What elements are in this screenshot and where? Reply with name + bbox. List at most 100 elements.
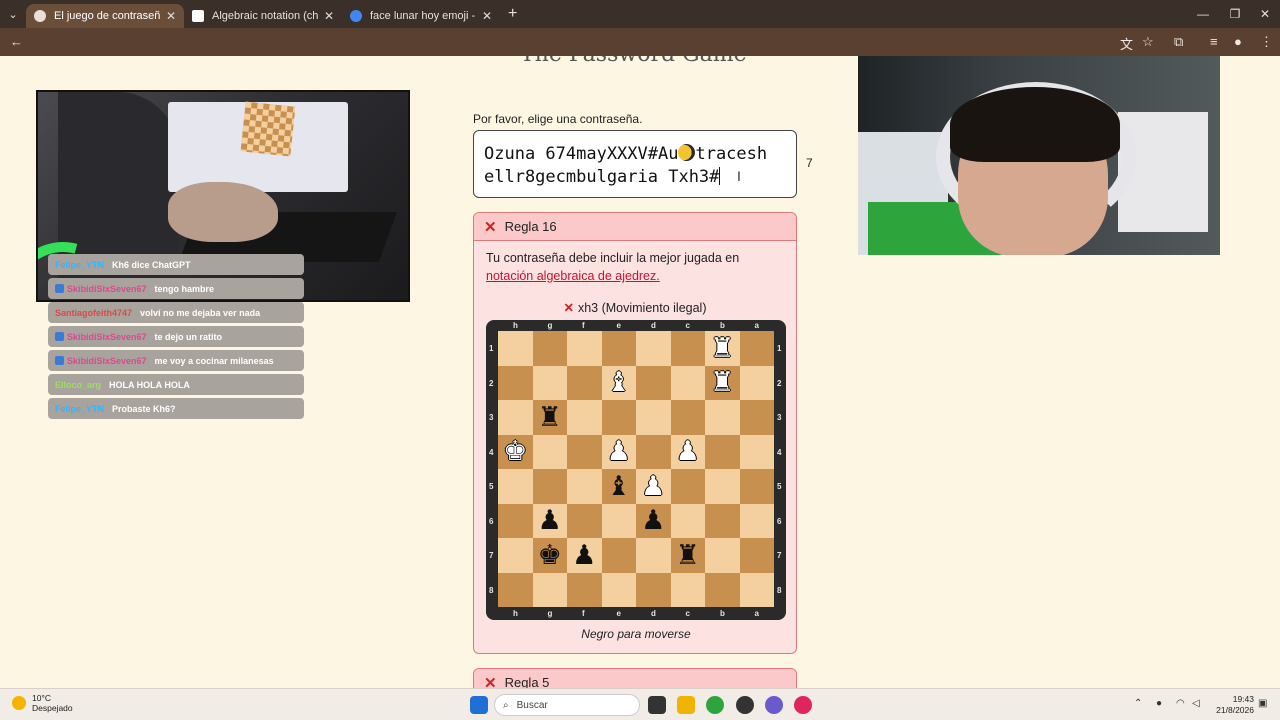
taskbar-search[interactable]: ⌕ Buscar: [494, 694, 640, 716]
tab-search[interactable]: face lunar hoy emoji - Buscar c ✕: [342, 4, 500, 28]
chat-message: SkibidiSixSeven67 tengo hambre: [48, 278, 304, 299]
board-square: [498, 400, 533, 435]
more-menu-icon[interactable]: ⋮: [1260, 34, 1273, 50]
board-square: [567, 503, 602, 538]
file-label: b: [720, 609, 725, 618]
board-square: [670, 331, 705, 366]
file-label: f: [582, 321, 585, 330]
file-label: g: [547, 609, 553, 618]
chat-username: Felipe_YTN: [55, 403, 105, 414]
black-bishop-icon: ♝: [606, 470, 631, 502]
board-square: [739, 503, 774, 538]
tab-close-icon[interactable]: ✕: [482, 9, 492, 23]
tab-search-button[interactable]: ⌄: [0, 0, 26, 28]
rule-5-card: ✕ Regla 5: [473, 668, 797, 688]
rank-label: 2: [489, 378, 494, 388]
tab-password-game[interactable]: El juego de contraseñas ✕: [26, 4, 184, 28]
page-title: The Password Game: [520, 56, 747, 67]
extensions-icon[interactable]: ⧉: [1174, 34, 1183, 50]
app-icon[interactable]: [765, 696, 783, 714]
board-square: [567, 572, 602, 607]
board-square: ♟: [567, 538, 602, 573]
password-text-1: Ozuna 674mayXXXV#Au: [484, 144, 679, 164]
bookmark-star-icon[interactable]: ☆: [1142, 34, 1154, 50]
microphone-icon[interactable]: ●: [1156, 698, 1162, 709]
board-square: [670, 503, 705, 538]
rule-title: Regla 16: [504, 219, 557, 234]
black-pawn-icon: ♟: [537, 505, 562, 537]
back-arrow-icon[interactable]: ←: [10, 34, 23, 49]
moon-weather-icon: [12, 696, 26, 710]
board-square: ♟: [532, 503, 567, 538]
chess-notation-link[interactable]: notación algebraica de ajedrez.: [486, 269, 660, 283]
subscriber-badge-icon: [55, 332, 64, 341]
profile-avatar-icon[interactable]: ●: [1234, 34, 1242, 49]
rank-label: 4: [489, 447, 494, 457]
chat-username: Elloco_arg: [55, 379, 102, 390]
app-icon[interactable]: [736, 696, 754, 714]
chat-username: SkibidiSixSeven67: [67, 283, 147, 294]
minimize-icon[interactable]: —: [1186, 0, 1220, 28]
board-square: [498, 365, 533, 400]
rank-label: 5: [489, 482, 494, 491]
media-player-icon[interactable]: [794, 696, 812, 714]
rank-label: 7: [489, 551, 494, 560]
chat-text: Probaste Kh6?: [112, 403, 176, 414]
crescent-moon-emoji-icon: [678, 144, 696, 161]
chevron-up-icon[interactable]: ⌃: [1134, 698, 1142, 709]
password-input[interactable]: Ozuna 674mayXXXV#Au tracesh ellr8gecmbulg…: [473, 130, 797, 198]
character-count: 7: [806, 156, 813, 170]
chat-username: SkibidiSixSeven67: [67, 331, 147, 342]
translate-icon[interactable]: 文: [1120, 34, 1133, 53]
weather-widget[interactable]: 10°C Despejado: [12, 693, 73, 713]
tab-label: face lunar hoy emoji - Buscar c: [370, 10, 476, 22]
white-king-icon: ♚: [503, 436, 528, 468]
white-pawn-icon: ♟: [675, 436, 700, 468]
board-square: [636, 365, 671, 400]
volume-icon[interactable]: ◁: [1192, 698, 1200, 709]
file-explorer-icon[interactable]: [677, 696, 695, 714]
file-label: e: [616, 609, 621, 618]
board-square: [601, 572, 636, 607]
board-square: [498, 469, 533, 504]
board-square: [705, 400, 740, 435]
board-square: [636, 331, 671, 366]
white-rook-icon: ♜: [710, 332, 735, 364]
rank-label: 1: [489, 344, 494, 353]
rank-label: 8: [777, 585, 782, 595]
chat-username: Santiagofeith4747: [55, 307, 133, 318]
notification-icon[interactable]: ▣: [1258, 698, 1267, 709]
close-window-icon[interactable]: ✕: [1248, 0, 1280, 28]
new-tab-button[interactable]: +: [508, 5, 517, 23]
tab-wikipedia[interactable]: Algebraic notation (chess) - Wi ✕: [184, 4, 342, 28]
password-prompt: Por favor, elige una contraseña.: [473, 112, 643, 126]
stream-chat: Felipe_YTN Kh6 dice ChatGPT SkibidiSixSeve…: [48, 254, 304, 422]
black-pawn-icon: ♟: [572, 539, 597, 571]
temperature: 10°C: [32, 693, 51, 703]
tab-label: El juego de contraseñas: [54, 10, 160, 22]
password-text-3: ellr8gecmbulgaria Txh3#: [484, 167, 720, 187]
fail-x-icon: ✕: [484, 218, 497, 236]
media-icon[interactable]: ≡: [1210, 34, 1218, 49]
ibeam-cursor-icon: I: [737, 168, 741, 184]
tab-close-icon[interactable]: ✕: [166, 9, 176, 23]
board-square: [601, 503, 636, 538]
white-pawn-icon: ♟: [641, 470, 666, 502]
board-square: [705, 572, 740, 607]
task-view-icon[interactable]: [648, 696, 666, 714]
search-icon: ⌕: [503, 699, 509, 711]
board-square: [739, 434, 774, 469]
chrome-icon[interactable]: [706, 696, 724, 714]
search-placeholder: Buscar: [516, 699, 548, 711]
tab-close-icon[interactable]: ✕: [324, 9, 334, 23]
board-square: [532, 572, 567, 607]
windows-start-icon[interactable]: [470, 696, 488, 714]
restore-icon[interactable]: ❐: [1218, 0, 1252, 28]
file-label: h: [513, 609, 518, 618]
file-label: b: [720, 321, 725, 330]
wifi-icon[interactable]: ◠: [1176, 698, 1185, 709]
rule-text: Tu contraseña debe incluir la mejor juga…: [486, 251, 740, 265]
system-clock[interactable]: 19:43 21/8/2026: [1216, 694, 1254, 716]
board-square: [739, 400, 774, 435]
board-square: [567, 331, 602, 366]
